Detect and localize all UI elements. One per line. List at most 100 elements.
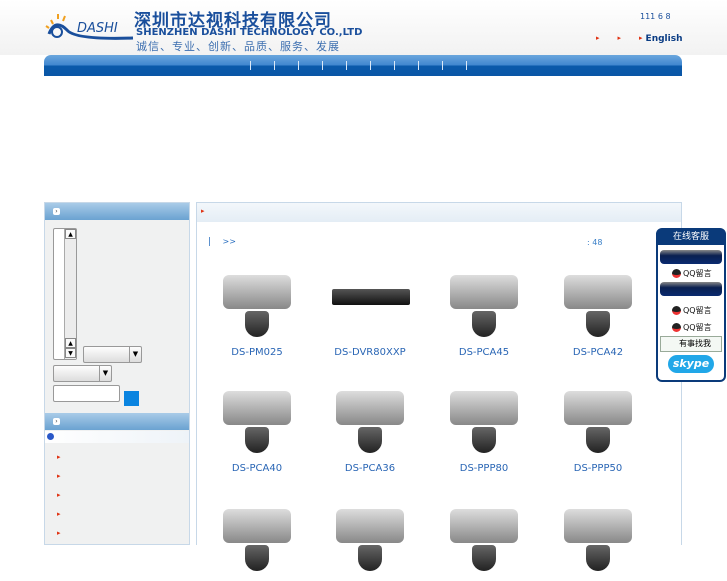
category-item-arrow-icon[interactable]: ▸ <box>57 510 61 518</box>
arrow-icon[interactable]: ▸ <box>618 34 622 44</box>
category-item-arrow-icon[interactable]: ▸ <box>57 491 61 499</box>
widget-bar <box>660 250 722 264</box>
arrow-icon[interactable]: ▸ <box>596 34 600 44</box>
product-name[interactable]: DS-PM025 <box>201 347 313 358</box>
qq-message-button[interactable]: QQ留言 <box>672 322 712 333</box>
search-button[interactable] <box>124 391 139 406</box>
camera-shape <box>450 275 518 309</box>
nav-separator <box>346 61 347 70</box>
nav-separator <box>418 61 419 70</box>
breadcrumb-link[interactable]: >> <box>223 237 236 246</box>
camera-mount <box>586 427 610 453</box>
camera-shape <box>564 391 632 425</box>
product-image[interactable] <box>558 377 638 457</box>
type-select[interactable]: ▼ <box>83 346 142 363</box>
qq-message-button[interactable]: QQ留言 <box>672 305 712 316</box>
product-name[interactable]: DS-PCA45 <box>428 347 540 358</box>
product-item[interactable]: DS-PCA42 <box>542 261 654 358</box>
nav-separator <box>322 61 323 70</box>
widget-bar <box>660 282 722 296</box>
nav-separator <box>298 61 299 70</box>
company-name-en: SHENZHEN DASHI TECHNOLOGY CO.,LTD <box>136 27 363 38</box>
camera-shape <box>564 275 632 309</box>
nav-separator <box>394 61 395 70</box>
category-item-arrow-icon[interactable]: ▸ <box>57 472 61 480</box>
product-count: : 48 <box>587 238 603 247</box>
main-nav <box>44 55 682 76</box>
product-item[interactable] <box>201 495 313 581</box>
chevron-right-icon: › <box>53 418 60 425</box>
product-name[interactable]: DS-PPP50 <box>542 463 654 474</box>
english-link[interactable]: English <box>646 34 683 44</box>
product-image[interactable] <box>217 495 297 575</box>
product-panel: ▸ | >> : 48 DS-PM025 DS-DVR80XXP DS-PCA45 D… <box>196 202 682 571</box>
sidebar: › ▲ ▲ ▼ ▼ ▼ › ▸ ▸ ▸ ▸ ▸ <box>44 202 190 545</box>
logo-text: DASHI <box>77 21 118 36</box>
nav-separator <box>442 61 443 70</box>
qq-penguin-icon <box>672 306 681 315</box>
product-item[interactable] <box>542 495 654 581</box>
info-icon <box>47 433 54 440</box>
listbox-scrollbar[interactable]: ▲ ▲ ▼ <box>64 229 76 359</box>
header: DASHI 深圳市达视科技有限公司 SHENZHEN DASHI TECHNOL… <box>0 0 727 55</box>
product-image[interactable] <box>217 377 297 457</box>
camera-mount <box>586 545 610 571</box>
product-name[interactable]: DS-PCA36 <box>314 463 426 474</box>
product-image[interactable] <box>444 261 524 341</box>
field-select[interactable]: ▼ <box>53 365 112 382</box>
product-name[interactable]: DS-PCA40 <box>201 463 313 474</box>
camera-mount <box>472 311 496 337</box>
product-item[interactable]: DS-PM025 <box>201 261 313 358</box>
product-item[interactable]: DS-PCA40 <box>201 377 313 474</box>
category-item-arrow-icon[interactable]: ▸ <box>57 453 61 461</box>
product-item[interactable]: DS-PCA36 <box>314 377 426 474</box>
product-image[interactable] <box>217 261 297 341</box>
camera-mount <box>245 427 269 453</box>
product-image[interactable] <box>330 377 410 457</box>
camera-mount <box>472 545 496 571</box>
nav-separator <box>274 61 275 70</box>
product-image[interactable] <box>444 377 524 457</box>
product-image[interactable] <box>558 261 638 341</box>
product-item[interactable]: DS-PPP50 <box>542 377 654 474</box>
product-image[interactable] <box>444 495 524 575</box>
msn-button[interactable]: 有事找我 <box>660 336 722 352</box>
product-image[interactable] <box>558 495 638 575</box>
panel-header: ▸ <box>197 203 681 222</box>
scroll-up-icon[interactable]: ▲ <box>65 229 76 239</box>
qq-penguin-icon <box>672 269 681 278</box>
category-title-row <box>45 431 189 443</box>
nav-separator <box>466 61 467 70</box>
breadcrumb-separator: | <box>208 237 212 247</box>
chevron-right-icon: › <box>53 208 60 215</box>
scroll-down-icon[interactable]: ▼ <box>65 348 76 358</box>
widget-title: 在线客服 <box>658 230 724 245</box>
camera-mount <box>245 311 269 337</box>
sidebar-header-categories: › <box>45 413 189 430</box>
chevron-down-icon: ▼ <box>129 347 141 362</box>
skype-button[interactable]: skype <box>668 355 714 373</box>
arrow-icon: ▸ <box>639 34 643 42</box>
product-item[interactable] <box>314 495 426 581</box>
product-item[interactable] <box>428 495 540 581</box>
category-item-arrow-icon[interactable]: ▸ <box>57 529 61 537</box>
camera-shape <box>332 289 410 305</box>
company-logo[interactable]: DASHI <box>45 10 135 46</box>
top-links: ▸ ▸ ▸ English <box>596 34 682 44</box>
scroll-up-icon[interactable]: ▲ <box>65 338 76 348</box>
product-image[interactable] <box>330 495 410 575</box>
sidebar-header-search: › <box>45 203 189 220</box>
product-name[interactable]: DS-PPP80 <box>428 463 540 474</box>
product-item[interactable]: DS-DVR80XXP <box>314 261 426 358</box>
product-item[interactable]: DS-PPP80 <box>428 377 540 474</box>
product-image[interactable] <box>330 261 410 341</box>
camera-mount <box>245 545 269 571</box>
qq-message-button[interactable]: QQ留言 <box>672 268 712 279</box>
search-input[interactable] <box>53 385 120 402</box>
camera-shape <box>336 391 404 425</box>
product-name[interactable]: DS-DVR80XXP <box>314 347 426 358</box>
product-item[interactable]: DS-PCA45 <box>428 261 540 358</box>
product-name[interactable]: DS-PCA42 <box>542 347 654 358</box>
camera-shape <box>564 509 632 543</box>
camera-shape <box>223 509 291 543</box>
